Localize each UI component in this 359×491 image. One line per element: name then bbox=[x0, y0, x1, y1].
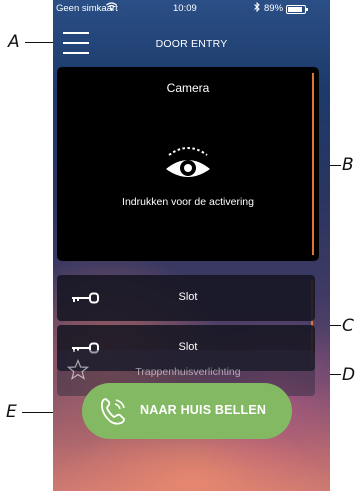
phone-icon bbox=[101, 398, 125, 425]
lock-label: Slot bbox=[178, 291, 198, 303]
call-home-button[interactable]: NAAR HUIS BELLEN bbox=[82, 383, 292, 439]
status-time: 10:09 bbox=[173, 3, 197, 14]
wifi-icon bbox=[106, 2, 117, 14]
callout-label-b: B bbox=[342, 155, 354, 175]
phone-screen: Geen simkaart 10:09 89% DOOR ENTRY Camer… bbox=[53, 0, 330, 491]
callout-label-a: A bbox=[8, 32, 20, 52]
page-title: DOOR ENTRY bbox=[155, 38, 228, 50]
battery-icon bbox=[286, 5, 308, 14]
bluetooth-icon bbox=[254, 1, 260, 15]
call-home-label: NAAR HUIS BELLEN bbox=[140, 403, 267, 417]
camera-label: Camera bbox=[166, 81, 210, 95]
battery-percent: 89% bbox=[264, 3, 284, 14]
eye-icon bbox=[166, 147, 210, 177]
callout-label-e: E bbox=[6, 402, 17, 422]
camera-activate-text: Indrukken voor de activering bbox=[122, 196, 254, 208]
status-bar: Geen simkaart 10:09 89% bbox=[53, 0, 330, 18]
callout-label-d: D bbox=[342, 365, 356, 385]
stairwell-lights-label: Trappenhuisverlichting bbox=[135, 366, 241, 378]
camera-card[interactable]: Camera Indrukken voor de activering bbox=[57, 67, 319, 261]
lock-card-1[interactable]: Slot bbox=[57, 275, 315, 321]
camera-accent-bar bbox=[312, 73, 314, 255]
callout-label-c: C bbox=[342, 316, 354, 336]
